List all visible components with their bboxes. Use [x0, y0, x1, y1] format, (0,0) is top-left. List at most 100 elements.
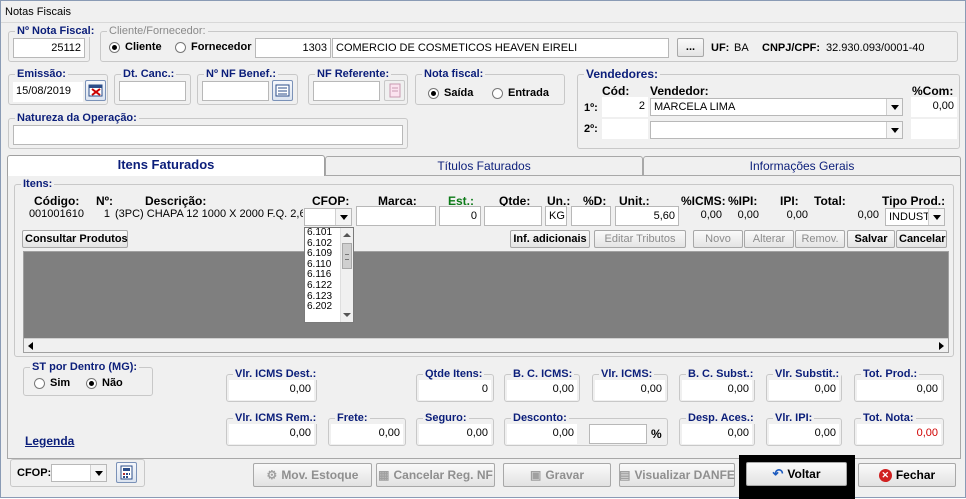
remover-button[interactable]: Remov.: [795, 230, 845, 248]
item-tipo-prod-select[interactable]: INDUST...: [885, 208, 945, 226]
radio-entrada[interactable]: Entrada: [492, 87, 549, 99]
item-ipi-pct[interactable]: 0,00: [728, 206, 762, 226]
scroll-left-icon[interactable]: [24, 339, 38, 352]
col-tipo-prod: Tipo Prod.:: [882, 194, 946, 208]
nota-fiscal-input[interactable]: 25112: [13, 38, 85, 58]
cfop-dropdown-list[interactable]: 6.101 6.102 6.109 6.110 6.116 6.122 6.12…: [304, 227, 354, 323]
visualizar-danfe-button[interactable]: ▤ Visualizar DANFE: [619, 463, 735, 487]
vendedor-2-com[interactable]: [911, 119, 957, 139]
item-unit[interactable]: 5,60: [615, 206, 679, 226]
bc-subst-group: B. C. Subst.: 0,00: [679, 368, 756, 402]
cancelar-item-button[interactable]: Cancelar: [896, 230, 947, 248]
dt-canc-input[interactable]: [119, 81, 186, 101]
scroll-right-icon[interactable]: [934, 339, 948, 352]
item-qtde[interactable]: [484, 206, 542, 226]
document-icon[interactable]: [384, 80, 405, 101]
qtde-itens-group: Qtde Itens: 0: [416, 368, 494, 402]
calendar-icon[interactable]: [85, 80, 106, 101]
legenda-link[interactable]: Legenda: [25, 434, 74, 448]
calculator-icon[interactable]: [116, 462, 137, 483]
frete-group: Frete: 0,00: [328, 412, 406, 446]
inf-adicionais-button[interactable]: Inf. adicionais: [510, 230, 590, 248]
vendedor-1-name: MARCELA LIMA: [654, 101, 736, 113]
vendedores-group: Vendedores: Cód: Vendedor: %Com: 1º: 2 M…: [577, 68, 960, 149]
seguro-value[interactable]: 0,00: [419, 424, 491, 444]
nf-benef-input[interactable]: [202, 81, 269, 101]
alterar-button[interactable]: Alterar: [744, 230, 794, 248]
natureza-input[interactable]: [13, 125, 403, 145]
vlr-icms-rem-value[interactable]: 0,00: [229, 424, 314, 444]
vendedor-2-select[interactable]: [650, 121, 903, 139]
cfop-list-scrollbar[interactable]: [340, 228, 353, 322]
item-pd[interactable]: [571, 206, 611, 226]
scroll-down-icon[interactable]: [343, 311, 351, 319]
vendedor-1-select[interactable]: MARCELA LIMA: [650, 98, 903, 116]
mov-estoque-label: Mov. Estoque: [281, 468, 359, 482]
item-numero[interactable]: 1: [89, 205, 113, 225]
cliente-code-input[interactable]: 1303: [255, 38, 331, 58]
radio-cliente[interactable]: Cliente: [109, 41, 162, 53]
list-icon[interactable]: [272, 80, 293, 101]
tot-prod-value[interactable]: 0,00: [857, 380, 941, 400]
scroll-up-icon[interactable]: [343, 231, 351, 239]
grid-horizontal-scrollbar[interactable]: [24, 338, 948, 352]
visualizar-danfe-label: Visualizar DANFE: [634, 468, 735, 482]
radio-cliente-dot: [109, 41, 120, 53]
vlr-icms-group: Vlr. ICMS: 0,00: [592, 368, 668, 402]
cliente-name-input[interactable]: COMERCIO DE COSMETICOS HEAVEN EIRELI: [332, 38, 669, 58]
radio-fornecedor[interactable]: Fornecedor: [175, 41, 252, 53]
cancelar-reg-nf-button[interactable]: ▦ Cancelar Reg. NF: [376, 463, 495, 487]
desconto-pct-input[interactable]: [589, 424, 647, 444]
emissao-input[interactable]: 15/08/2019: [13, 82, 83, 102]
tab-titulos-faturados[interactable]: Títulos Faturados: [325, 156, 643, 175]
vlr-icms-value[interactable]: 0,00: [595, 380, 665, 400]
gravar-button[interactable]: ▣ Gravar: [503, 463, 611, 487]
novo-button[interactable]: Novo: [693, 230, 743, 248]
vlr-icms-dest-value[interactable]: 0,00: [229, 380, 314, 400]
vendedor-1-cod[interactable]: 2: [602, 97, 648, 117]
qtde-itens-value[interactable]: 0: [419, 380, 491, 400]
qtde-itens-label: Qtde Itens:: [423, 368, 485, 380]
browse-cliente-button[interactable]: ...: [677, 38, 704, 57]
vendedor-1-com[interactable]: 0,00: [911, 97, 957, 117]
bc-subst-value[interactable]: 0,00: [682, 380, 752, 400]
item-marca[interactable]: [356, 206, 436, 226]
vlr-substit-value[interactable]: 0,00: [769, 380, 839, 400]
radio-saida-dot: [428, 87, 439, 99]
items-grid[interactable]: [23, 251, 949, 353]
radio-st-sim[interactable]: Sim: [34, 377, 70, 389]
item-ipi[interactable]: 0,00: [765, 206, 811, 226]
item-descricao[interactable]: (3PC) CHAPA 12 1000 X 2000 F.Q. 2,65M: [113, 205, 303, 225]
nf-referente-input[interactable]: [313, 81, 380, 101]
item-icms[interactable]: 0,00: [683, 206, 725, 226]
desconto-value[interactable]: 0,00: [507, 424, 577, 444]
item-total[interactable]: 0,00: [814, 206, 882, 226]
salvar-button[interactable]: Salvar: [847, 230, 895, 248]
tab-itens-faturados[interactable]: Itens Faturados: [7, 155, 325, 176]
item-cfop-select[interactable]: [304, 208, 352, 226]
mov-estoque-button[interactable]: ⚙ Mov. Estoque: [253, 463, 372, 487]
radio-saida[interactable]: Saída: [428, 87, 473, 99]
consultar-produtos-button[interactable]: Consultar Produtos: [22, 230, 128, 248]
tot-nota-value[interactable]: 0,00: [857, 424, 941, 444]
bc-icms-value[interactable]: 0,00: [507, 380, 577, 400]
vendedor-2-cod[interactable]: [602, 119, 648, 139]
frete-value[interactable]: 0,00: [331, 424, 403, 444]
scroll-thumb[interactable]: [342, 243, 352, 269]
fechar-button[interactable]: ✕ Fechar: [858, 463, 956, 487]
emissao-group: Emissão: 15/08/2019: [8, 68, 108, 105]
item-un[interactable]: KG: [545, 206, 567, 226]
gravar-label: Gravar: [545, 468, 585, 482]
tab-informacoes-gerais[interactable]: Informações Gerais: [643, 156, 961, 175]
item-est[interactable]: 0: [439, 206, 481, 226]
editar-tributos-button[interactable]: Editar Tributos: [594, 230, 686, 248]
tot-prod-group: Tot. Prod.: 0,00: [854, 368, 944, 402]
vlr-ipi-value[interactable]: 0,00: [769, 424, 839, 444]
footer-cfop-select[interactable]: [51, 464, 107, 482]
desp-aces-value[interactable]: 0,00: [682, 424, 752, 444]
emissao-label: Emissão:: [15, 68, 68, 80]
st-dentro-group: ST por Dentro (MG): Sim Não: [23, 361, 153, 396]
voltar-button[interactable]: ↶ Voltar: [746, 462, 847, 486]
radio-st-nao[interactable]: Não: [86, 377, 123, 389]
item-codigo[interactable]: 001001610: [23, 205, 87, 225]
